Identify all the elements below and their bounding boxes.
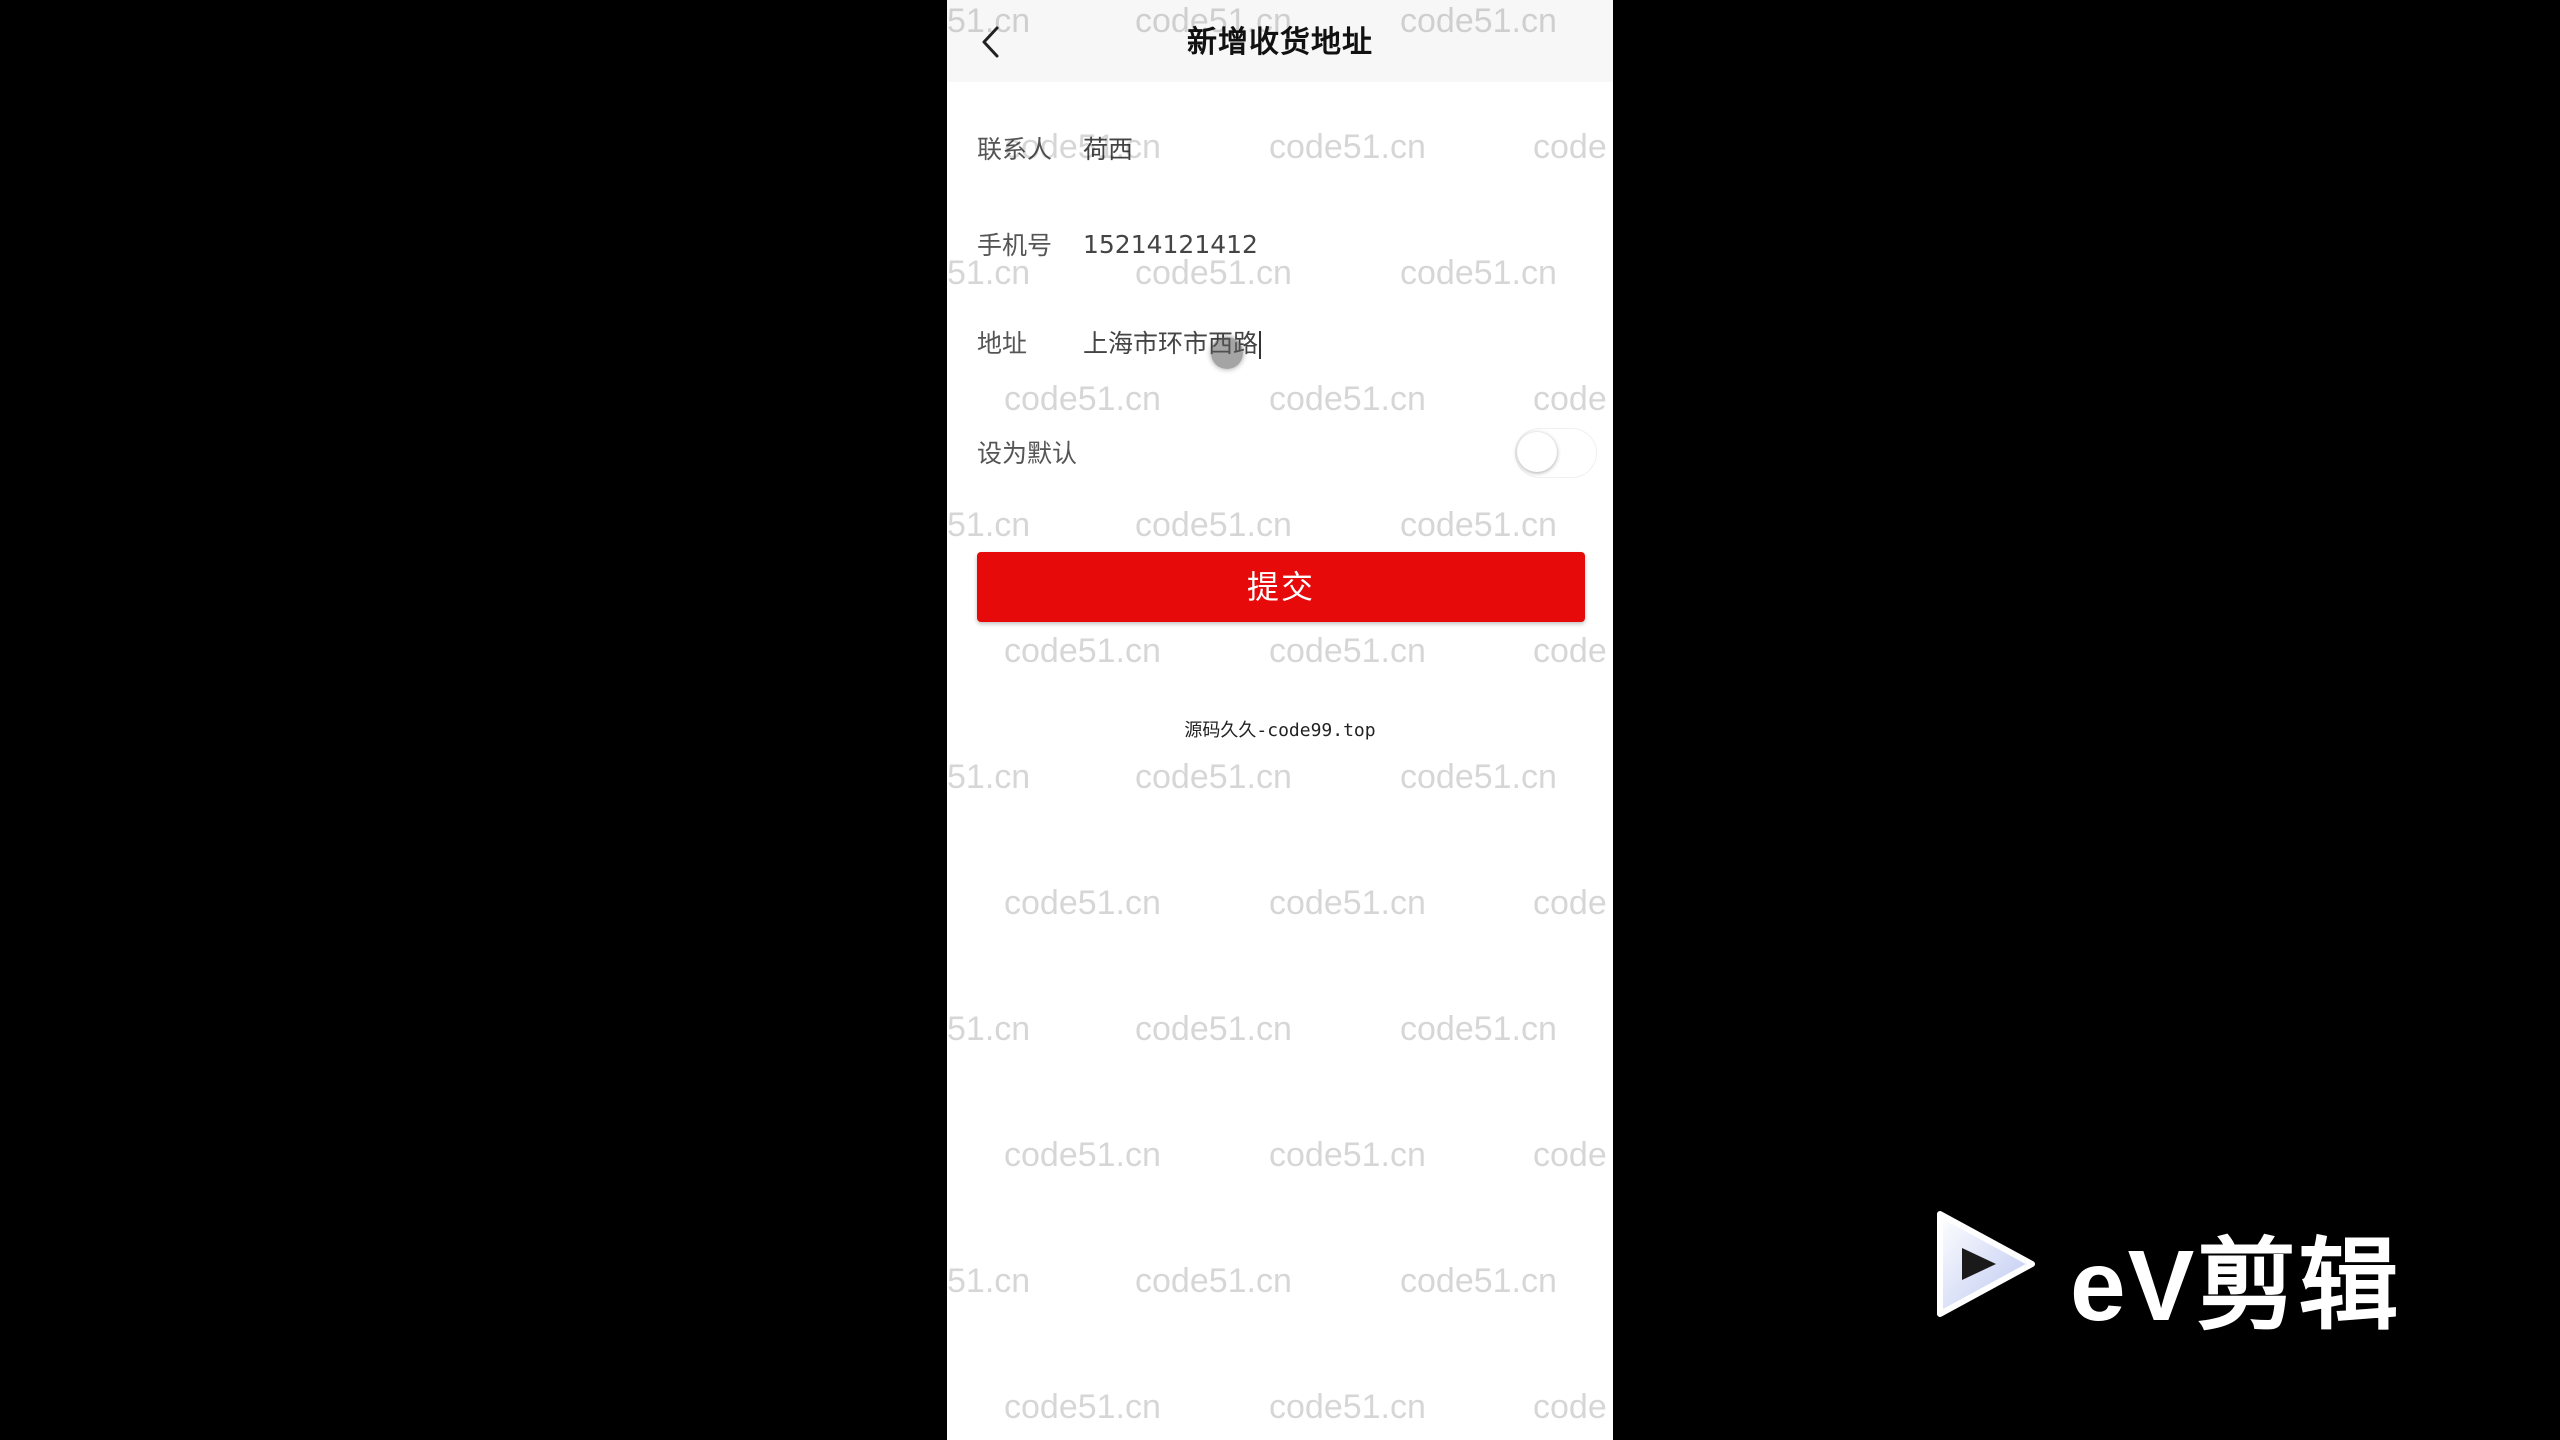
contact-row: 联系人 荷西 bbox=[977, 118, 1587, 178]
watermark: code51.cn bbox=[1400, 758, 1557, 796]
address-label: 地址 bbox=[977, 329, 1028, 358]
ev-logo: eV剪辑 bbox=[1932, 1200, 2432, 1342]
watermark: code bbox=[1533, 884, 1607, 922]
watermark: code51.cn bbox=[1135, 758, 1292, 796]
ev-logo-text: eV剪辑 bbox=[2070, 1230, 2401, 1342]
play-icon bbox=[1937, 1211, 2035, 1317]
address-input[interactable]: 上海市环市西路 bbox=[1083, 324, 1587, 360]
nav-bar: 新增收货地址 bbox=[947, 0, 1613, 82]
screen: 新增收货地址 联系人 荷西 手机号 15214121412 地址 上海市环市西路… bbox=[0, 0, 2560, 1440]
watermark: code51.cn bbox=[1004, 884, 1161, 922]
watermark: code51.cn bbox=[1004, 1136, 1161, 1174]
touch-indicator bbox=[1211, 337, 1243, 369]
watermark: code51.cn bbox=[1400, 1010, 1557, 1048]
watermark: 51.cn bbox=[947, 1262, 1031, 1300]
watermark: code51.cn bbox=[1135, 1262, 1292, 1300]
footer-text: 源码久久-code99.top bbox=[1184, 720, 1376, 741]
watermark: code51.cn bbox=[1269, 1136, 1426, 1174]
watermark: code bbox=[1533, 1136, 1607, 1174]
watermark: code51.cn bbox=[1269, 380, 1426, 418]
page-title: 新增收货地址 bbox=[1187, 25, 1373, 60]
default-toggle[interactable] bbox=[1515, 428, 1597, 478]
phone-row: 手机号 15214121412 bbox=[977, 214, 1587, 274]
watermark: code51.cn bbox=[1269, 884, 1426, 922]
text-caret bbox=[1259, 331, 1262, 359]
watermark: code51.cn bbox=[1269, 632, 1426, 670]
watermark: code bbox=[1533, 1388, 1607, 1426]
phone-screen: 新增收货地址 联系人 荷西 手机号 15214121412 地址 上海市环市西路… bbox=[947, 0, 1613, 1440]
watermark: code51.cn bbox=[1004, 380, 1161, 418]
submit-button[interactable]: 提交 bbox=[977, 552, 1585, 622]
watermark: 51.cn bbox=[947, 506, 1031, 544]
watermark: code51.cn bbox=[1135, 506, 1292, 544]
watermark: code51.cn bbox=[1135, 1010, 1292, 1048]
watermark: 51.cn bbox=[947, 1010, 1031, 1048]
watermark: code bbox=[1533, 632, 1607, 670]
watermark: code51.cn bbox=[1004, 632, 1161, 670]
default-label: 设为默认 bbox=[977, 439, 1078, 468]
watermark: code51.cn bbox=[1400, 506, 1557, 544]
address-row: 地址 上海市环市西路 bbox=[977, 312, 1587, 372]
watermark: 51.cn bbox=[947, 758, 1031, 796]
phone-input[interactable]: 15214121412 bbox=[1083, 230, 1587, 259]
contact-input[interactable]: 荷西 bbox=[1083, 130, 1587, 166]
watermark: code51.cn bbox=[1269, 1388, 1426, 1426]
toggle-knob bbox=[1517, 432, 1557, 472]
default-row: 设为默认 bbox=[977, 422, 1587, 482]
phone-label: 手机号 bbox=[977, 231, 1053, 260]
contact-label: 联系人 bbox=[977, 135, 1053, 164]
watermark: code51.cn bbox=[1004, 1388, 1161, 1426]
watermark: code51.cn bbox=[1400, 1262, 1557, 1300]
watermark: code bbox=[1533, 380, 1607, 418]
